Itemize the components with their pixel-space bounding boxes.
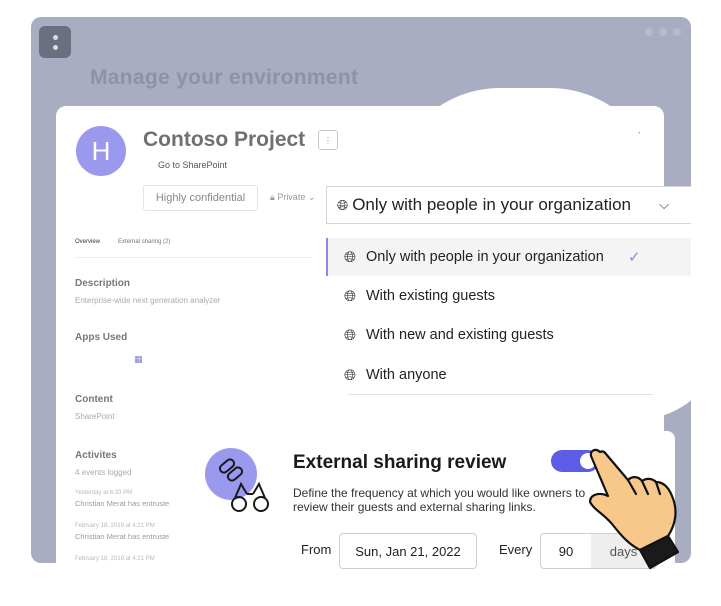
avatar: H bbox=[76, 126, 126, 176]
globe-existing-icon: 🌐︎ bbox=[344, 287, 357, 305]
privacy-selector[interactable]: 🔒︎ Private ⌄ bbox=[270, 192, 315, 203]
activity-time: February 18, 2019 at 4:21 PM bbox=[75, 523, 155, 529]
privacy-label: Private bbox=[277, 192, 306, 202]
chevron-down-icon: ⌵ bbox=[659, 197, 669, 212]
activity-text: Christian Merat has entruste bbox=[75, 499, 170, 508]
sensitivity-badge[interactable]: Highly confidential bbox=[143, 185, 258, 211]
activity-text: Christian Merat has entruste bbox=[75, 532, 170, 541]
content-heading: Content bbox=[75, 394, 113, 405]
option-label: Only with people in your organization bbox=[366, 249, 604, 265]
option-label: With new and existing guests bbox=[366, 327, 554, 343]
review-description: Define the frequency at which you would … bbox=[293, 486, 586, 514]
option-label: With existing guests bbox=[366, 288, 495, 304]
review-title: External sharing review bbox=[293, 452, 507, 473]
dropdown-divider bbox=[348, 394, 653, 395]
sharing-select[interactable]: 🌐︎ Only with people in your organization… bbox=[326, 186, 691, 224]
page-title: Manage your environment bbox=[90, 66, 359, 89]
sharepoint-link[interactable]: Go to SharePoint bbox=[158, 160, 227, 170]
every-label: Every bbox=[499, 542, 533, 557]
description-heading: Description bbox=[75, 278, 131, 289]
lock-icon: 🔒︎ bbox=[270, 192, 275, 202]
globe-new-icon: 🌐︎ bbox=[344, 326, 357, 344]
tab-overview[interactable]: Overview bbox=[75, 236, 100, 257]
more-icon[interactable]: ⋮ bbox=[318, 130, 338, 150]
activity-time: February 18, 2019 at 4:21 PM bbox=[75, 556, 155, 562]
option-label: With anyone bbox=[366, 367, 447, 383]
from-date-field[interactable]: Sun, Jan 21, 2022 bbox=[339, 533, 477, 569]
globe-org-icon: 🌐︎ bbox=[344, 248, 357, 266]
calendar-app-icon[interactable]: ▦ bbox=[134, 354, 143, 365]
tab-bar: Overview External sharing (2) bbox=[75, 236, 311, 258]
content-text: SharePoint bbox=[75, 412, 115, 421]
window-controls bbox=[645, 28, 681, 36]
activity-time: Yesterday at 6:33 PM bbox=[75, 490, 133, 496]
sharing-dropdown: 🌐︎ Only with people in your organization… bbox=[326, 238, 691, 398]
project-title: Contoso Project bbox=[143, 128, 306, 151]
apps-heading: Apps Used bbox=[75, 332, 128, 343]
sharing-option-organization[interactable]: 🌐︎ Only with people in your organization… bbox=[326, 238, 691, 276]
pointing-hand-icon bbox=[588, 448, 680, 570]
sharing-select-value: Only with people in your organization bbox=[352, 195, 631, 214]
description-text: Enterprise-wide next generation analyzer bbox=[75, 296, 221, 305]
tab-external-sharing[interactable]: External sharing (2) bbox=[118, 236, 170, 257]
activities-heading: Activites bbox=[75, 450, 117, 461]
binoculars-link-icon bbox=[205, 448, 269, 512]
chevron-down-icon: ⌄ bbox=[307, 192, 316, 202]
app-logo bbox=[39, 26, 71, 58]
checkmark-icon: ✓ bbox=[628, 249, 641, 266]
globe-icon: 🌐︎ bbox=[344, 366, 357, 384]
sharing-option-new-existing-guests[interactable]: 🌐︎ With new and existing guests bbox=[326, 316, 691, 354]
sharing-option-existing-guests[interactable]: 🌐︎ With existing guests bbox=[326, 277, 691, 315]
globe-org-icon: 🌐︎ bbox=[337, 196, 349, 213]
activities-count: 4 events logged bbox=[75, 468, 132, 477]
from-label: From bbox=[301, 542, 332, 557]
sharing-option-anyone[interactable]: 🌐︎ With anyone bbox=[326, 356, 691, 394]
